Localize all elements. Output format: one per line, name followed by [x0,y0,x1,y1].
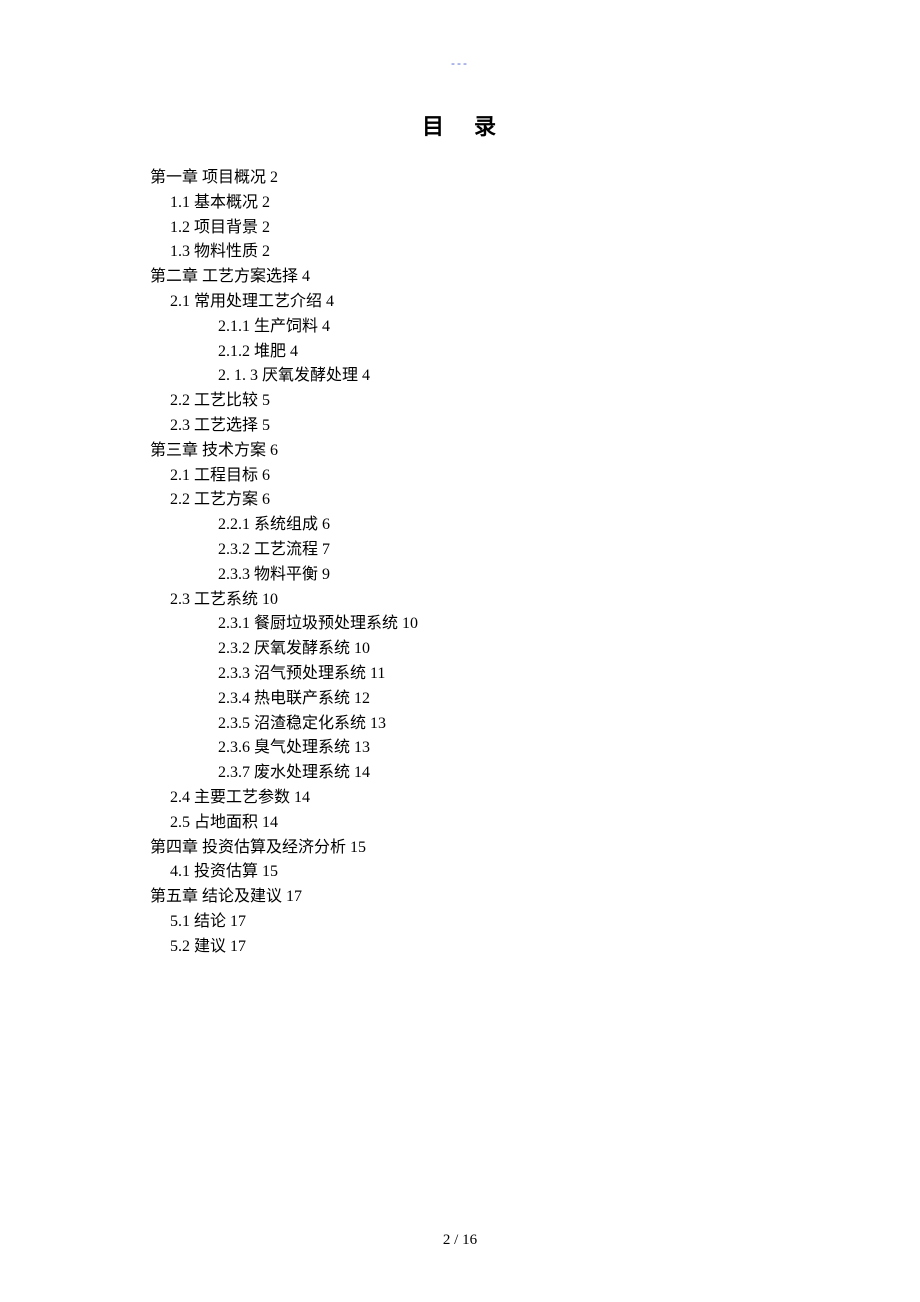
toc-entry: 1.3 物料性质 2 [170,240,770,265]
toc-entry: 第三章 技术方案 6 [150,439,770,464]
toc-entry: 2.3.2 厌氧发酵系统 10 [218,637,770,662]
toc-entry: 第四章 投资估算及经济分析 15 [150,836,770,861]
toc-entry: 2.1 工程目标 6 [170,464,770,489]
page-number: 2 / 16 [0,1229,920,1252]
title-left: 目 [422,114,446,139]
toc-entry: 2.1.1 生产饲料 4 [218,315,770,340]
toc-entry: 2.3.4 热电联产系统 12 [218,687,770,712]
toc-entry: 2.2 工艺比较 5 [170,389,770,414]
toc-entry: 2.1 常用处理工艺介绍 4 [170,290,770,315]
toc-entry: 2.2.1 系统组成 6 [218,513,770,538]
toc-entry: 4.1 投资估算 15 [170,860,770,885]
toc-entry: 2.5 占地面积 14 [170,811,770,836]
toc-entry: 2.3.6 臭气处理系统 13 [218,736,770,761]
toc-entry: 2.3.5 沼渣稳定化系统 13 [218,712,770,737]
toc-entry: 1.1 基本概况 2 [170,191,770,216]
table-of-contents: 第一章 项目概况 21.1 基本概况 21.2 项目背景 21.3 物料性质 2… [150,166,770,960]
page: --- 目录 第一章 项目概况 21.1 基本概况 21.2 项目背景 21.3… [0,0,920,1302]
toc-entry: 2.2 工艺方案 6 [170,488,770,513]
toc-entry: 5.2 建议 17 [170,935,770,960]
toc-entry: 5.1 结论 17 [170,910,770,935]
toc-entry: 2.3.3 物料平衡 9 [218,563,770,588]
toc-entry: 2.3.1 餐厨垃圾预处理系统 10 [218,612,770,637]
toc-entry: 第一章 项目概况 2 [150,166,770,191]
toc-entry: 2.1.2 堆肥 4 [218,340,770,365]
toc-entry: 2.4 主要工艺参数 14 [170,786,770,811]
title-right: 录 [474,114,498,139]
toc-entry: 第二章 工艺方案选择 4 [150,265,770,290]
toc-entry: 2. 1. 3 厌氧发酵处理 4 [218,364,770,389]
toc-entry: 2.3.3 沼气预处理系统 11 [218,662,770,687]
toc-entry: 2.3 工艺选择 5 [170,414,770,439]
toc-entry: 第五章 结论及建议 17 [150,885,770,910]
toc-entry: 2.3.7 废水处理系统 14 [218,761,770,786]
toc-entry: 2.3.2 工艺流程 7 [218,538,770,563]
toc-entry: 2.3 工艺系统 10 [170,588,770,613]
header-mark: --- [451,54,469,73]
page-title: 目录 [150,110,770,144]
toc-entry: 1.2 项目背景 2 [170,216,770,241]
